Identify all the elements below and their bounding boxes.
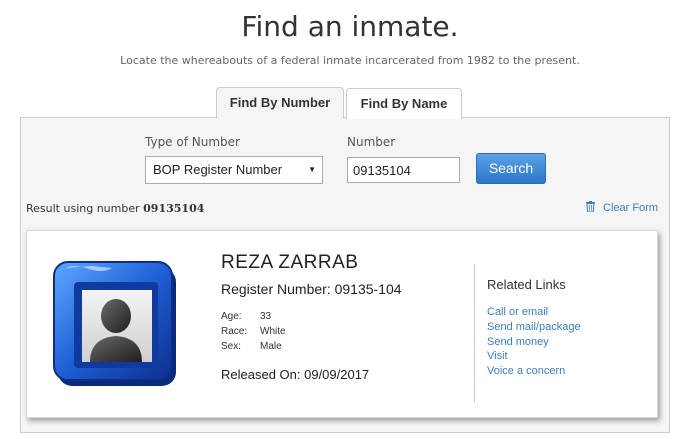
result-summary: Result using number 09135104 <box>26 202 204 215</box>
type-of-number-select[interactable]: BOP Register Number ▼ <box>145 156 323 184</box>
link-call-or-email[interactable]: Call or email <box>487 306 548 318</box>
clear-form-label: Clear Form <box>603 202 659 214</box>
caret-down-icon: ▼ <box>308 165 316 174</box>
page-title: Find an inmate. <box>241 10 459 43</box>
register-number: Register Number: 09135-104 <box>221 281 402 297</box>
sex-value: Male <box>260 341 282 352</box>
link-send-mail-package[interactable]: Send mail/package <box>487 321 581 333</box>
trash-icon <box>586 201 595 212</box>
inmate-name: REZA ZARRAB <box>221 252 359 273</box>
released-date: Released On: 09/09/2017 <box>221 367 370 382</box>
link-voice-a-concern[interactable]: Voice a concern <box>487 365 565 377</box>
race-value: White <box>260 326 286 337</box>
search-button[interactable]: Search <box>476 153 546 184</box>
link-send-money[interactable]: Send money <box>487 336 549 348</box>
card-divider <box>474 264 475 402</box>
tab-find-by-name[interactable]: Find By Name <box>346 88 462 119</box>
age-label: Age: <box>221 311 242 322</box>
race-label: Race: <box>221 326 248 337</box>
tab-find-by-number[interactable]: Find By Number <box>216 87 344 119</box>
person-silhouette-icon <box>53 261 176 386</box>
age-value: 33 <box>260 311 272 322</box>
result-prefix: Result using number <box>26 202 140 215</box>
related-links-title: Related Links <box>487 277 566 292</box>
clear-form-link[interactable]: Clear Form <box>586 201 658 214</box>
type-of-number-label: Type of Number <box>145 135 240 149</box>
type-of-number-value: BOP Register Number <box>153 162 283 177</box>
number-label: Number <box>347 135 396 149</box>
sex-label: Sex: <box>221 341 242 352</box>
page-subtitle: Locate the whereabouts of a federal inma… <box>120 54 580 67</box>
link-visit[interactable]: Visit <box>487 350 508 362</box>
number-input[interactable] <box>347 157 460 183</box>
result-number: 09135104 <box>143 202 205 215</box>
